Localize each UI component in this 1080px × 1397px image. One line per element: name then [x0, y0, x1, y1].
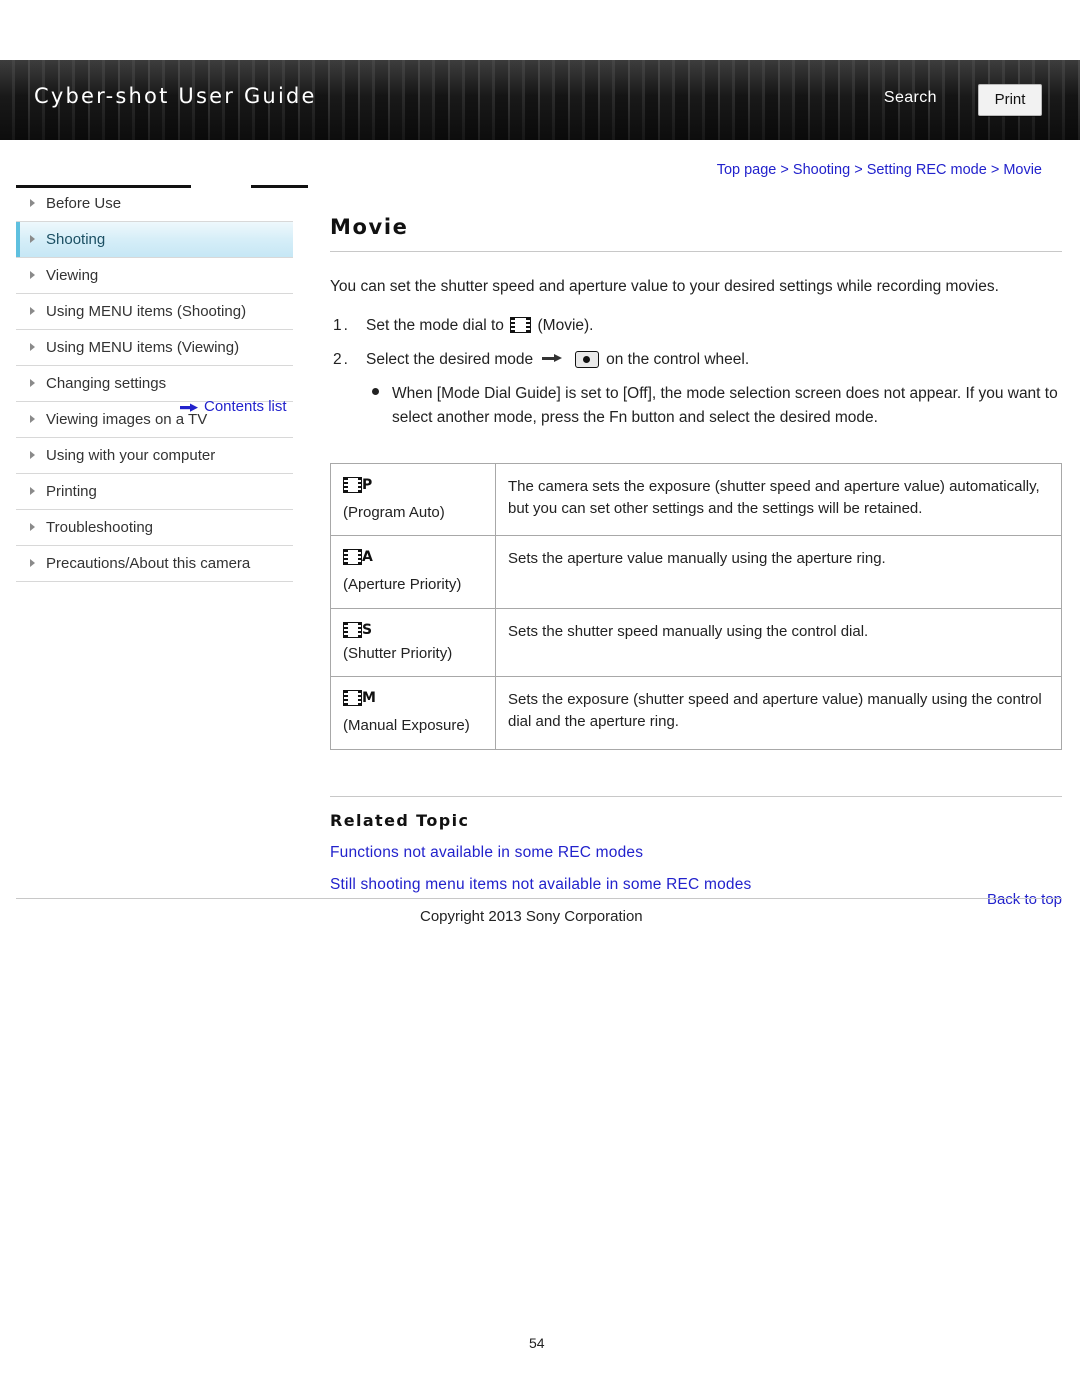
sidebar-item-label: Using MENU items (Viewing)	[46, 339, 240, 356]
mode-dial-icon	[574, 351, 599, 369]
mode-cell: S (Shutter Priority)	[330, 607, 496, 678]
contents-list-label: Contents list	[204, 398, 287, 415]
sidebar-item-changing-settings[interactable]: Changing settings	[16, 366, 293, 402]
film-s-icon: S	[343, 621, 375, 639]
breadcrumb-item-shooting[interactable]: Shooting	[793, 162, 850, 178]
mode-description: The camera sets the exposure (shutter sp…	[495, 462, 1062, 537]
sidebar-item-viewing[interactable]: Viewing	[16, 258, 293, 294]
step-text-after: (Movie).	[537, 317, 594, 335]
footer-divider	[16, 898, 1062, 899]
sidebar-item-label: Using with your computer	[46, 447, 216, 464]
table-row: A (Aperture Priority) Sets the aperture …	[330, 535, 1062, 609]
related-link-still-shooting-menu-items[interactable]: Still shooting menu items not available …	[330, 876, 1062, 894]
film-p-icon: P	[343, 476, 375, 494]
step-number: 1.	[333, 317, 350, 335]
arrow-right-icon	[180, 403, 198, 412]
related-link-functions-not-available[interactable]: Functions not available in some REC mode…	[330, 844, 1062, 862]
print-button[interactable]: Print	[978, 84, 1042, 116]
step-number: 2.	[333, 351, 350, 369]
intro-paragraph: You can set the shutter speed and apertu…	[330, 278, 999, 295]
sidebar-item-label: Viewing	[46, 267, 99, 284]
mode-label: (Aperture Priority)	[343, 576, 462, 594]
search-link[interactable]: Search	[884, 89, 937, 107]
breadcrumb-separator: >	[780, 162, 789, 178]
film-icon-letter: M	[362, 690, 376, 707]
sidebar-item-using-menu-items-viewing[interactable]: Using MENU items (Viewing)	[16, 330, 293, 366]
film-icon-letter: S	[362, 621, 373, 638]
chevron-right-icon	[30, 415, 35, 423]
step-text-after: on the control wheel.	[606, 351, 750, 369]
sidebar-item-before-use[interactable]: Before Use	[16, 186, 293, 222]
sidebar-item-printing[interactable]: Printing	[16, 474, 293, 510]
title-divider	[330, 251, 1062, 252]
main-content: Movie You can set the shutter speed and …	[330, 215, 1062, 908]
app-header: Cyber-shot User Guide Search Print	[0, 60, 1080, 140]
chevron-right-icon	[30, 451, 35, 459]
film-icon-letter: A	[362, 549, 373, 566]
rec-modes-table: P (Program Auto) The camera sets the exp…	[330, 462, 1062, 750]
breadcrumb: Top page > Shooting > Setting REC mode >…	[717, 162, 1042, 178]
step-text-before: Set the mode dial to	[366, 317, 504, 335]
breadcrumb-item-setting-rec-mode[interactable]: Setting REC mode	[867, 162, 987, 178]
bullet-icon	[372, 388, 379, 396]
table-row: P (Program Auto) The camera sets the exp…	[330, 462, 1062, 537]
step-text-before: Select the desired mode	[366, 351, 534, 369]
breadcrumb-item-top-page[interactable]: Top page	[717, 162, 777, 178]
mode-label: (Program Auto)	[343, 503, 445, 521]
mode-cell: P (Program Auto)	[330, 462, 496, 537]
note-text: When [Mode Dial Guide] is set to [Off], …	[392, 385, 1058, 426]
mode-cell: M (Manual Exposure)	[330, 676, 496, 750]
mode-label: (Manual Exposure)	[343, 717, 470, 735]
chevron-right-icon	[30, 559, 35, 567]
chevron-right-icon	[30, 379, 35, 387]
contents-list-link[interactable]: Contents list	[180, 398, 287, 415]
sidebar-item-precautions-about-this-camera[interactable]: Precautions/About this camera	[16, 546, 293, 582]
mode-label: (Shutter Priority)	[343, 644, 453, 662]
sidebar-item-label: Changing settings	[46, 375, 167, 392]
sidebar-item-label: Before Use	[46, 195, 122, 212]
chevron-right-icon	[30, 199, 35, 207]
arrow-right-icon	[542, 354, 563, 363]
chevron-right-icon	[30, 343, 35, 351]
sidebar-item-using-with-your-computer[interactable]: Using with your computer	[16, 438, 293, 474]
chevron-right-icon	[30, 271, 35, 279]
related-topic-title: Related Topic	[330, 810, 470, 830]
sidebar-item-using-menu-items-shooting[interactable]: Using MENU items (Shooting)	[16, 294, 293, 330]
copyright-text: Copyright 2013 Sony Corporation	[420, 908, 643, 925]
step-note: When [Mode Dial Guide] is set to [Off], …	[330, 382, 1062, 429]
sidebar-item-label: Precautions/About this camera	[46, 555, 251, 572]
film-m-icon: M	[343, 690, 376, 707]
film-icon-letter: P	[362, 476, 373, 493]
film-icon	[510, 317, 532, 334]
table-row: M (Manual Exposure) Sets the exposure (s…	[330, 676, 1062, 750]
sidebar-item-label: Troubleshooting	[46, 519, 154, 536]
step-1: 1. Set the mode dial to (Movie).	[330, 314, 1062, 338]
mode-description: Sets the aperture value manually using t…	[495, 535, 1062, 609]
mode-description: Sets the exposure (shutter speed and ape…	[495, 676, 1062, 750]
breadcrumb-item-movie: Movie	[1003, 162, 1042, 178]
steps-list: 1. Set the mode dial to (Movie). 2. Sele…	[330, 314, 1062, 429]
app-title: Cyber-shot User Guide	[34, 84, 317, 108]
sidebar-item-shooting[interactable]: Shooting	[16, 222, 293, 258]
sidebar-item-troubleshooting[interactable]: Troubleshooting	[16, 510, 293, 546]
related-divider	[330, 795, 1062, 797]
sidebar: Before Use Shooting Viewing Using MENU i…	[16, 185, 308, 582]
mode-cell: A (Aperture Priority)	[330, 535, 496, 609]
sidebar-item-label: Using MENU items (Shooting)	[46, 303, 247, 320]
sidebar-item-label: Shooting	[46, 231, 106, 248]
step-2: 2. Select the desired mode on the contro…	[330, 348, 1062, 372]
page-title: Movie	[330, 215, 409, 239]
sidebar-item-label: Printing	[46, 483, 97, 500]
chevron-right-icon	[30, 307, 35, 315]
film-a-icon: A	[343, 549, 375, 566]
chevron-right-icon	[30, 487, 35, 495]
table-row: S (Shutter Priority) Sets the shutter sp…	[330, 607, 1062, 678]
chevron-right-icon	[30, 235, 35, 243]
breadcrumb-separator: >	[990, 162, 1000, 178]
page-number: 54	[529, 1335, 545, 1351]
breadcrumb-separator: >	[854, 162, 863, 178]
chevron-right-icon	[30, 523, 35, 531]
back-to-top-link[interactable]: Back to top	[987, 891, 1062, 908]
mode-description: Sets the shutter speed manually using th…	[495, 607, 1062, 678]
